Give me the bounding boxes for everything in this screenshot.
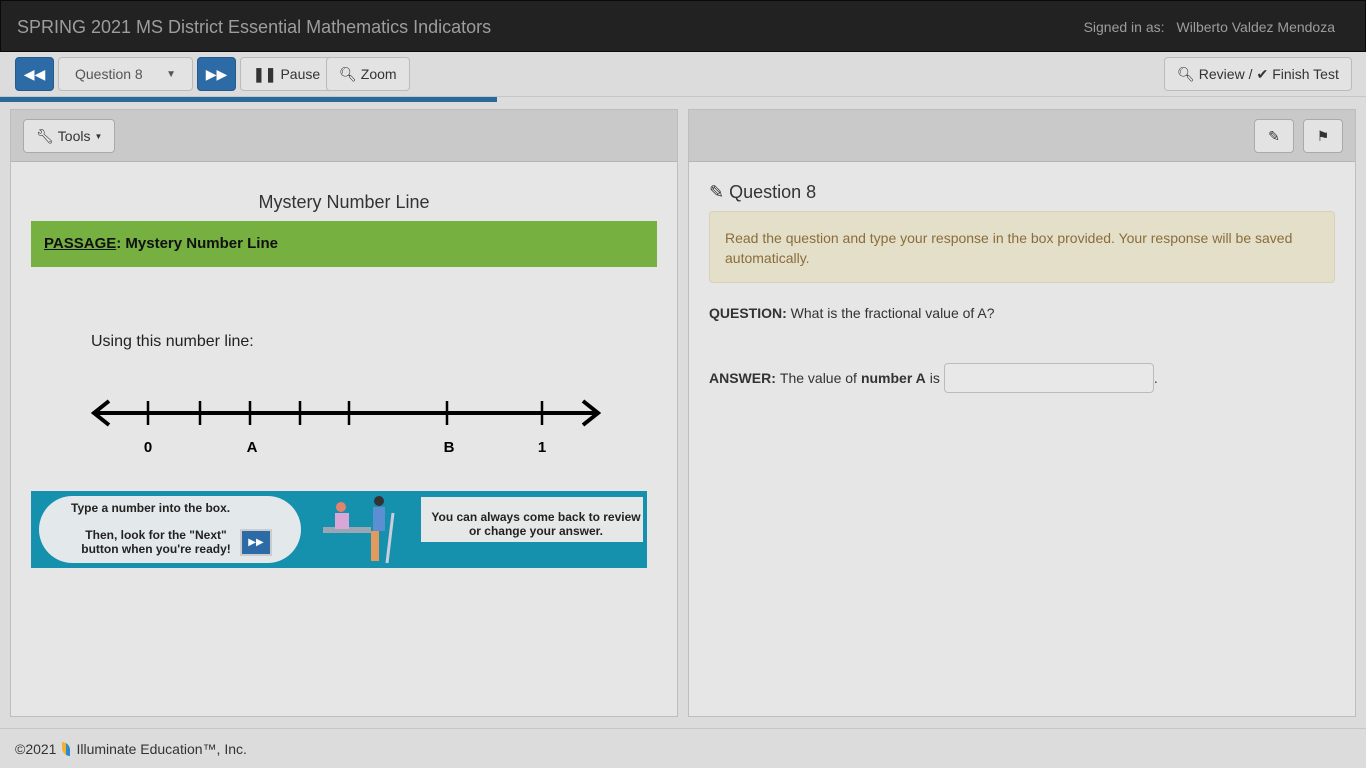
next-button-illustration-icon: ▶▶ xyxy=(240,529,272,556)
copyright: ©2021 xyxy=(15,740,57,757)
answer-row: ANSWER: The value of number Ais. xyxy=(709,363,1158,393)
question-select-value: Question 8 xyxy=(75,66,143,82)
number-line: 0 A B 1 xyxy=(90,399,602,456)
illuminate-logo-icon xyxy=(62,741,71,756)
next-question-button[interactable]: ▶▶ xyxy=(197,57,236,91)
notes-button[interactable]: ✎ xyxy=(1254,119,1294,153)
zoom-label: Zoom xyxy=(360,66,397,82)
label-zero: 0 xyxy=(144,439,152,456)
passage-banner: PASSAGE: Mystery Number Line xyxy=(31,221,657,267)
question-panel: ✎ ⚑ ✎ Question 8 Read the question and t… xyxy=(688,109,1356,717)
caret-down-icon: ▼ xyxy=(94,131,103,141)
label-a: A xyxy=(247,439,258,456)
check-icon: ✔ xyxy=(1256,65,1269,82)
backward-icon: ◀◀ xyxy=(23,65,46,82)
review-label: Review / xyxy=(1198,66,1253,82)
banner-line2a: Then, look for the " xyxy=(85,528,195,542)
pause-button[interactable]: ❚❚ Pause xyxy=(240,57,334,91)
top-header: SPRING 2021 MS District Essential Mathem… xyxy=(0,0,1366,52)
banner-right-text: You can always come back to review or ch… xyxy=(431,510,641,538)
label-b: B xyxy=(444,439,455,456)
finish-label: Finish Test xyxy=(1272,66,1339,82)
previous-question-button[interactable]: ◀◀ xyxy=(15,57,54,91)
search-icon: 🔍︎ xyxy=(339,65,357,82)
forward-icon: ▶▶ xyxy=(205,65,228,82)
user-name: Wilberto Valdez Mendoza xyxy=(1176,19,1335,35)
banner-line1: Type a number into the box. xyxy=(71,501,231,515)
question-label: QUESTION: xyxy=(709,305,787,321)
passage-label: PASSAGE xyxy=(44,235,117,252)
pause-label: Pause xyxy=(280,66,321,82)
passage-prompt: Using this number line: xyxy=(91,333,254,350)
signed-in-label: Signed in as: xyxy=(1083,19,1165,35)
answer-text-a: The value of xyxy=(779,370,857,386)
question-select[interactable]: Question 8 ▼ xyxy=(58,57,193,91)
footer: ©2021 Illuminate Education™, Inc. xyxy=(0,728,1366,768)
tools-label: Tools xyxy=(57,128,91,144)
answer-input[interactable] xyxy=(943,363,1154,393)
pause-icon: ❚❚ xyxy=(253,65,277,82)
answer-suffix: . xyxy=(1153,370,1158,386)
passage-panel: 🔧︎ Tools ▼ Mystery Number Line PASSAGE: My… xyxy=(10,109,678,717)
question-heading-text: Question 8 xyxy=(729,182,817,202)
answer-text-bold: number A xyxy=(860,370,926,386)
edit-icon: ✎ xyxy=(1268,127,1280,144)
signed-in-info: Signed in as: Wilberto Valdez Mendoza xyxy=(1072,19,1335,35)
progress-fill xyxy=(0,97,498,102)
banner-line3: button when you're ready! xyxy=(81,542,231,556)
zoom-button[interactable]: 🔍︎ Zoom xyxy=(326,57,410,91)
pencil-icon: ✎ xyxy=(709,182,725,202)
wrench-icon: 🔧︎ xyxy=(36,127,54,144)
instructions-alert: Read the question and type your response… xyxy=(709,211,1335,283)
banner-line2c: " xyxy=(221,528,227,542)
passage-panel-header: 🔧︎ Tools ▼ xyxy=(11,110,677,162)
test-toolbar: ◀◀ Question 8 ▼ ▶▶ ❚❚ Pause 🔍︎ Zoom 🔍︎ Revie… xyxy=(0,52,1366,97)
app-title: SPRING 2021 MS District Essential Mathem… xyxy=(17,17,492,37)
passage-title: Mystery Number Line xyxy=(258,192,430,212)
passage-banner-title: : Mystery Number Line xyxy=(116,235,278,252)
instruction-banner: Type a number into the box. Then, look f… xyxy=(31,491,647,568)
chevron-down-icon: ▼ xyxy=(166,68,176,80)
banner-next: Next xyxy=(194,528,221,542)
question-body: What is the fractional value of A? xyxy=(790,305,995,321)
students-illustration-icon xyxy=(323,496,395,564)
answer-text-b: is xyxy=(929,370,940,386)
progress-bar xyxy=(0,97,1366,103)
question-heading: ✎ Question 8 xyxy=(709,182,816,203)
flag-icon: ⚑ xyxy=(1316,127,1330,144)
question-panel-header: ✎ ⚑ xyxy=(689,110,1355,162)
search-icon: 🔍︎ xyxy=(1177,65,1195,82)
question-text: QUESTION: What is the fractional value o… xyxy=(709,305,995,321)
flag-button[interactable]: ⚑ xyxy=(1303,119,1343,153)
label-one: 1 xyxy=(538,439,546,456)
company-name: Illuminate Education™, Inc. xyxy=(76,740,247,757)
review-finish-button[interactable]: 🔍︎ Review / ✔ Finish Test xyxy=(1164,57,1352,91)
answer-label: ANSWER: xyxy=(709,370,776,386)
tools-dropdown-button[interactable]: 🔧︎ Tools ▼ xyxy=(23,119,116,153)
